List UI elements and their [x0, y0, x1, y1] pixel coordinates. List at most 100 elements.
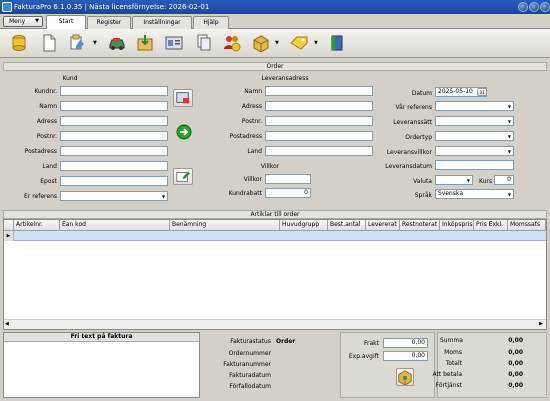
lev-namn-field[interactable] [265, 86, 373, 96]
car-delivery-icon[interactable] [108, 34, 126, 52]
namn-field[interactable] [60, 101, 168, 111]
col-pris-exkl[interactable]: Pris Exkl. [474, 220, 508, 231]
villkor-field[interactable] [265, 174, 311, 184]
fortjanst-value: 0,00 [508, 382, 523, 389]
calendar-icon[interactable]: 31 [477, 88, 487, 96]
articles-table[interactable]: Artikelnr. Ean kod Benämning Huvudgrupp … [3, 219, 547, 330]
chevron-down-icon[interactable]: ▼ [93, 40, 97, 46]
invoice-package-icon[interactable] [396, 368, 414, 386]
lev-adress-field[interactable] [265, 101, 373, 111]
att-betala-value: 0,00 [508, 371, 523, 378]
articles-header: Artiklar till order [3, 210, 547, 219]
edit-document-icon[interactable] [68, 34, 86, 52]
lev-postadress-field[interactable] [265, 131, 373, 141]
tab-installningar[interactable]: Inställningar [132, 16, 192, 29]
lev-land-label: Land [247, 148, 262, 155]
er-referens-select[interactable] [60, 191, 168, 201]
leveransadress-title: Leveransadress [261, 75, 309, 82]
horizontal-scrollbar[interactable]: ◀ ▶ [4, 319, 546, 329]
lev-adress-label: Adress [241, 103, 262, 110]
col-huvudgrupp[interactable]: Huvudgrupp [280, 220, 328, 231]
fakturastatus-value: Order [276, 338, 296, 345]
close-button[interactable] [540, 2, 550, 12]
leveranssatt-select[interactable] [435, 116, 514, 126]
att-betala-label: Att betala [432, 371, 462, 378]
fortjanst-label: Förtjänst [435, 382, 462, 389]
window-title: FakturaPro 6.1.0.35 | Nästa licensförnye… [14, 3, 210, 11]
contact-card-icon[interactable] [165, 34, 183, 52]
maximize-button[interactable] [529, 2, 539, 12]
chevron-down-icon[interactable]: ▼ [275, 40, 279, 46]
epost-field[interactable] [60, 176, 168, 186]
title-bar: FakturaPro 6.1.0.35 | Nästa licensförnye… [0, 0, 550, 14]
table-row[interactable] [14, 231, 546, 241]
land-label: Land [42, 163, 57, 170]
var-referens-select[interactable] [435, 101, 514, 111]
ordertyp-select[interactable] [435, 131, 514, 141]
forfallodatum-label: Förfallodatum [229, 383, 271, 390]
villkor-title: Villkor [260, 163, 280, 170]
leveransdatum-field[interactable] [435, 160, 514, 170]
leveranssatt-label: Leveranssätt [393, 119, 432, 126]
lev-postnr-field[interactable] [265, 116, 373, 126]
leveransdatum-label: Leveransdatum [385, 163, 432, 170]
tab-hjalp[interactable]: Hjälp [193, 16, 229, 29]
frakt-label: Frakt [364, 340, 379, 347]
fritext-panel[interactable]: Fri text på faktura [3, 332, 200, 398]
expavgift-field[interactable]: 0,00 [383, 351, 428, 361]
col-inkopspris[interactable]: Inköpspris [440, 220, 474, 231]
tab-start[interactable]: Start [46, 15, 86, 29]
col-best-antal[interactable]: Best.antal [328, 220, 366, 231]
tag-icon[interactable] [290, 34, 308, 52]
toolbar: ▼ ▼ ▼ [0, 29, 550, 58]
col-ean-kod[interactable]: Ean kod [60, 220, 170, 231]
scroll-right-icon[interactable]: ▶ [539, 321, 543, 327]
col-artikelnr[interactable]: Artikelnr. [14, 220, 60, 231]
fritext-title: Fri text på faktura [4, 333, 199, 342]
database-icon[interactable] [10, 34, 28, 52]
postnr-field[interactable] [60, 131, 168, 141]
col-benamning[interactable]: Benämning [170, 220, 280, 231]
chevron-down-icon[interactable]: ▼ [314, 40, 318, 46]
new-document-icon[interactable] [40, 34, 58, 52]
sprak-select[interactable]: Svenska [435, 189, 514, 199]
valuta-label: Valuta [413, 178, 432, 185]
postadress-field[interactable] [60, 146, 168, 156]
export-icon[interactable] [136, 34, 154, 52]
menu-button[interactable]: Meny ▼ [3, 16, 43, 27]
copy-icon[interactable] [195, 34, 213, 52]
frakt-field[interactable]: 0,00 [383, 338, 428, 348]
tab-register[interactable]: Register [87, 16, 131, 29]
kundrabatt-field[interactable]: 0 [265, 188, 311, 198]
row-header-corner [4, 220, 14, 231]
package-icon[interactable] [252, 34, 270, 52]
col-momssats[interactable]: Momssats [508, 220, 546, 231]
edit-customer-icon[interactable] [173, 168, 193, 185]
leveransvillkor-select[interactable] [435, 146, 514, 156]
kundnr-field[interactable] [60, 86, 168, 96]
book-icon[interactable] [328, 34, 346, 52]
col-levererat[interactable]: Levererat [366, 220, 400, 231]
row-indicator: ▶ [4, 231, 14, 241]
adress-field[interactable] [60, 116, 168, 126]
scroll-left-icon[interactable]: ◀ [5, 321, 9, 327]
minimize-button[interactable] [518, 2, 528, 12]
kurs-field[interactable]: 0 [494, 175, 514, 185]
land-field[interactable] [60, 161, 168, 171]
summa-label: Summa [440, 337, 463, 344]
namn-label: Namn [39, 103, 57, 110]
people-money-icon[interactable] [223, 34, 241, 52]
adress-label: Adress [36, 118, 57, 125]
fakturastatus-label: Fakturastatus [230, 338, 271, 345]
valuta-select[interactable] [435, 175, 473, 185]
lev-postadress-label: Postadress [229, 133, 262, 140]
col-restnoterat[interactable]: Restnoterat [400, 220, 440, 231]
customer-lookup-icon[interactable] [173, 89, 193, 107]
var-referens-label: Vår referens [395, 104, 432, 111]
kurs-label: Kurs [478, 178, 492, 185]
totalt-label: Totalt [445, 360, 462, 367]
lev-land-field[interactable] [265, 146, 373, 156]
chevron-down-icon: ▼ [35, 18, 39, 24]
arrow-right-icon[interactable] [176, 124, 192, 140]
expavgift-label: Exp.avgift [348, 353, 379, 360]
